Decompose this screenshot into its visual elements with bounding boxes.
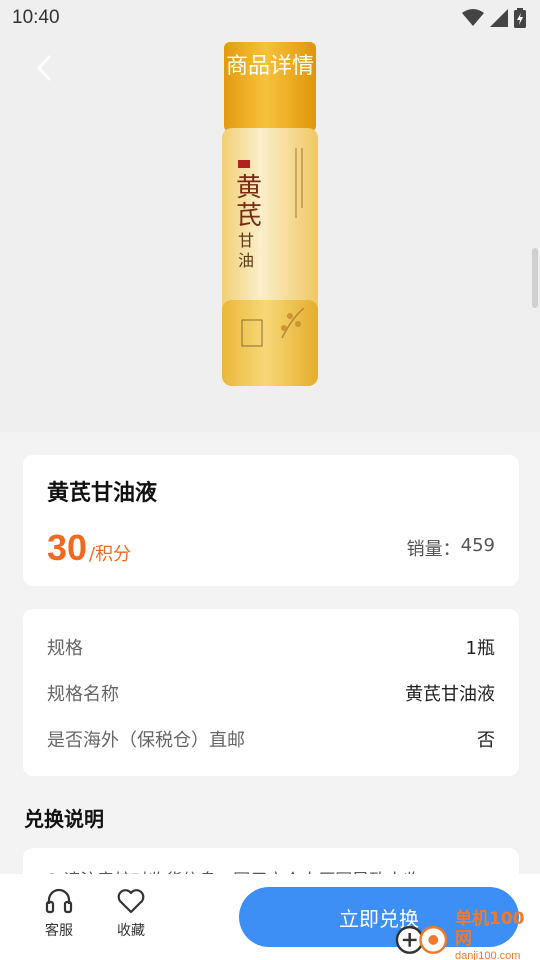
watermark-name: 单机100网 (454, 909, 525, 949)
customer-service-label: 客服 (45, 923, 73, 939)
status-icons (462, 8, 526, 28)
product-name: 黄芪甘油液 (47, 481, 158, 506)
battery-icon (514, 8, 526, 28)
spec-label: 是否海外（保税仓）直邮 (47, 730, 245, 751)
product-image: 黄 芪 甘 油 (222, 42, 318, 386)
sales-value: 459 (460, 535, 495, 556)
signal-icon (490, 9, 508, 27)
status-bar: 10:40 (0, 0, 540, 36)
customer-service-button[interactable]: 客服 (34, 888, 84, 940)
watermark: 单机100网 danji100.com (392, 909, 540, 960)
sales-label: 销量： (406, 539, 461, 560)
sales-count: 销量： 459 (407, 535, 495, 561)
price-value: 30 (47, 527, 88, 568)
svg-text:芪: 芪 (236, 201, 262, 231)
watermark-url: danji100.com (454, 950, 521, 960)
spec-label: 规格名称 (47, 684, 119, 705)
svg-text:甘: 甘 (238, 231, 254, 250)
status-time: 10:40 (12, 7, 60, 28)
svg-text:油: 油 (238, 251, 254, 270)
favorite-label: 收藏 (117, 923, 145, 939)
spec-value: 否 (477, 730, 495, 751)
price-row: 30 /积分 (47, 527, 131, 569)
heart-icon (117, 889, 145, 914)
spec-row: 规格名称 黄芪甘油液 (47, 680, 495, 706)
spec-row: 规格 1瓶 (47, 634, 495, 660)
watermark-logo-icon (395, 925, 448, 954)
page-title: 商品详情 (225, 54, 314, 79)
spec-row: 是否海外（保税仓）直邮 否 (47, 726, 495, 752)
price-unit: /积分 (89, 544, 132, 565)
headset-icon (45, 888, 73, 914)
wifi-icon (462, 9, 484, 26)
bottle-brand-text: 黄 (236, 173, 262, 203)
product-info-card: 黄芪甘油液 30 /积分 销量： 459 (23, 455, 519, 586)
spec-value: 黄芪甘油液 (405, 684, 495, 705)
exchange-section-title: 兑换说明 (24, 807, 104, 831)
watermark-text: 单机100网 danji100.com (455, 909, 540, 960)
spec-label: 规格 (47, 638, 83, 659)
spec-value: 1瓶 (465, 638, 495, 659)
scrollbar[interactable] (532, 248, 538, 308)
favorite-button[interactable]: 收藏 (106, 888, 156, 940)
specs-card: 规格 1瓶 规格名称 黄芪甘油液 是否海外（保税仓）直邮 否 (23, 609, 519, 776)
